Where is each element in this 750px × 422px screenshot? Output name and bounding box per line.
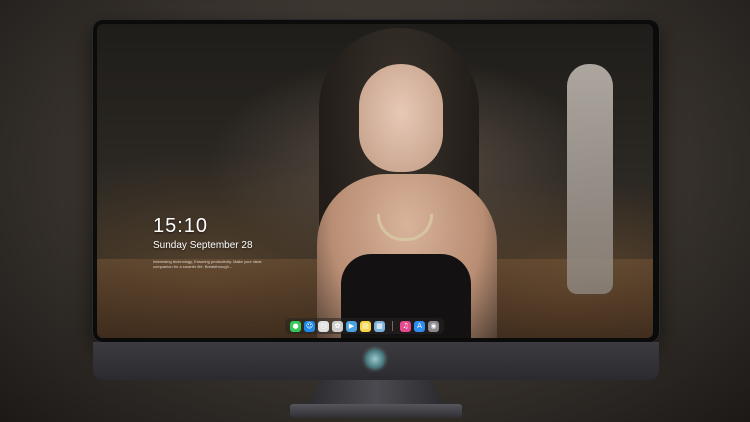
photos-icon[interactable]: ✿: [332, 320, 343, 332]
preview-icon[interactable]: ▦: [374, 320, 385, 332]
wallpaper-face: [359, 64, 443, 172]
clapper-icon[interactable]: ▶: [346, 320, 357, 332]
lockscreen-clock: 15:10: [153, 215, 209, 237]
notes-icon[interactable]: ▤: [360, 320, 371, 332]
monitor-stand-neck: [306, 380, 446, 406]
wallpaper-statue: [567, 64, 613, 294]
brand-logo-icon: [365, 349, 385, 369]
dock: ● ☺ ◷ ✿ ▶ ▤ ▦ ♫ A ◉: [285, 318, 444, 334]
lockscreen-date: Sunday September 28: [153, 240, 253, 251]
camera-icon[interactable]: ◉: [428, 320, 439, 332]
music-icon[interactable]: ♫: [400, 320, 411, 332]
lockscreen-tagline: Interesting technology, Ensuring product…: [153, 259, 262, 269]
clock-icon[interactable]: ◷: [318, 320, 329, 332]
messages-icon[interactable]: ●: [290, 320, 301, 332]
desktop-screen: 15:10 Sunday September 28 Interesting te…: [97, 24, 653, 338]
dock-separator: [392, 321, 393, 331]
finder-icon[interactable]: ☺: [304, 320, 315, 332]
app-store-icon[interactable]: A: [414, 320, 425, 332]
monitor-frame: 15:10 Sunday September 28 Interesting te…: [93, 20, 659, 342]
monitor-chin: [93, 342, 659, 380]
monitor-stand-base: [290, 404, 462, 418]
